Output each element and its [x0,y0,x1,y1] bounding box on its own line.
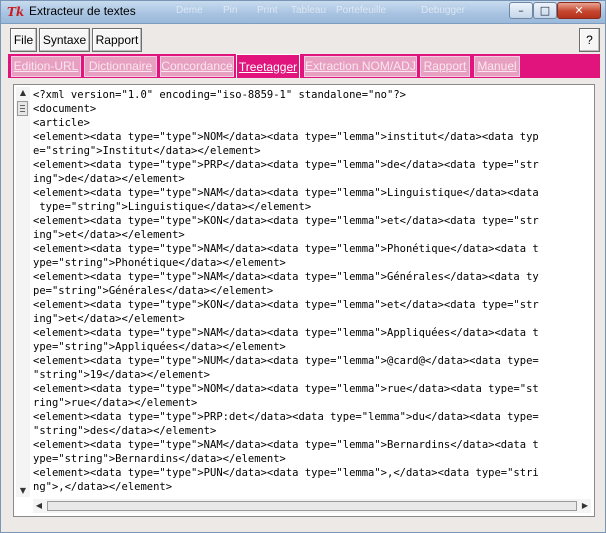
text-line: <element><data type="type">NUM</data><da… [33,355,539,367]
text-line: <element><data type="type">NOM</data><da… [33,383,539,395]
text-line: <element><data type="type">NAM</data><da… [33,243,539,255]
text-line: ype="string">Appliquées</data></element> [33,341,286,353]
help-button[interactable]: ? [579,28,600,52]
tab-rapport[interactable]: Rapport [420,56,470,77]
text-line: pe="string">Générales</data></element> [33,285,274,297]
close-icon[interactable]: ✕ [557,2,601,19]
text-line: ype="string">Bernardins</data></element> [33,453,286,465]
text-line: "string">19</data></element> [33,369,211,381]
menu-bar: File Syntaxe Rapport ? [1,24,605,54]
xml-output-textarea[interactable]: <?xml version="1.0" encoding="iso-8859-1… [33,88,589,496]
text-line: <element><data type="type">NAM</data><da… [33,439,539,451]
text-line: "string">des</data></element> [33,425,217,437]
title-bar[interactable]: Tk Extracteur de textes Deme Pin Print T… [1,1,605,24]
tab-concordance[interactable]: Concordance [160,56,234,77]
scroll-up-icon[interactable]: ▲ [16,87,30,99]
tab-strip: Edition-URL Dictionnaire Concordance Tre… [8,54,600,78]
text-line: ng">,</data></element> [33,481,173,493]
text-line: <element><data type="type">KON</data><da… [33,299,539,311]
menu-file-button[interactable]: File [10,28,37,52]
text-line: <element><data type="type">NAM</data><da… [33,327,539,339]
vertical-scrollbar[interactable]: ▲ ▼ [16,87,30,497]
text-line: <element><data type="type">NAM</data><da… [33,271,539,283]
app-window: Tk Extracteur de textes Deme Pin Print T… [0,0,606,533]
tab-treetagger[interactable]: Treetagger [236,54,300,78]
horizontal-scrollbar[interactable]: ◀ ▶ [33,499,591,513]
text-line: <article> [33,117,90,129]
window-title: Extracteur de textes [29,4,136,18]
text-line: <element><data type="type">PRP</data><da… [33,159,539,171]
ghost-label: Tableau [291,5,327,16]
text-line: <document> [33,103,97,115]
maximize-icon[interactable]: □ [533,2,557,19]
tab-dictionnaire[interactable]: Dictionnaire [84,56,157,77]
menu-rapport-button[interactable]: Rapport [92,28,142,52]
tab-extraction-nom-adj[interactable]: Extraction NOM/ADJ [304,56,417,77]
text-line: <?xml version="1.0" encoding="iso-8859-1… [33,89,406,101]
text-line: ype="string">Phonétique</data></element> [33,257,286,269]
minimize-icon[interactable]: – [509,2,533,19]
horizontal-scroll-thumb[interactable] [47,501,577,511]
scroll-right-icon[interactable]: ▶ [579,499,591,513]
text-line: ing">et</data></element> [33,313,185,325]
text-line: ring">rue</data></element> [33,397,198,409]
scroll-left-icon[interactable]: ◀ [33,499,45,513]
text-line: <element><data type="type">NOM</data><da… [33,131,539,143]
tk-app-icon: Tk [7,5,25,19]
text-line: ing">de</data></element> [33,173,185,185]
text-line: <element><data type="type">NUM</data><da… [33,494,589,496]
text-line: e="string">Institut</data></element> [33,145,261,157]
tab-manuel[interactable]: Manuel [474,56,520,77]
text-panel: ▲ ▼ <?xml version="1.0" encoding="iso-88… [13,84,595,517]
scroll-down-icon[interactable]: ▼ [16,485,30,497]
vertical-scroll-thumb[interactable] [17,101,28,116]
tab-edition-url[interactable]: Edition-URL [11,56,81,77]
ghost-label: Portefeuille [336,5,387,16]
text-line: ing">et</data></element> [33,229,185,241]
ghost-label: Print [257,5,278,16]
text-line: <element><data type="type">NAM</data><da… [33,187,539,199]
text-line: type="string">Linguistique</data></eleme… [33,201,312,213]
ghost-label: Pin [223,5,238,16]
ghost-label: Deme [176,5,203,16]
ghost-label: Debugger [421,5,465,16]
text-line: <element><data type="type">PRP:det</data… [33,411,539,423]
text-line: <element><data type="type">KON</data><da… [33,215,539,227]
menu-syntaxe-button[interactable]: Syntaxe [39,28,90,52]
text-line: <element><data type="type">PUN</data><da… [33,467,539,479]
